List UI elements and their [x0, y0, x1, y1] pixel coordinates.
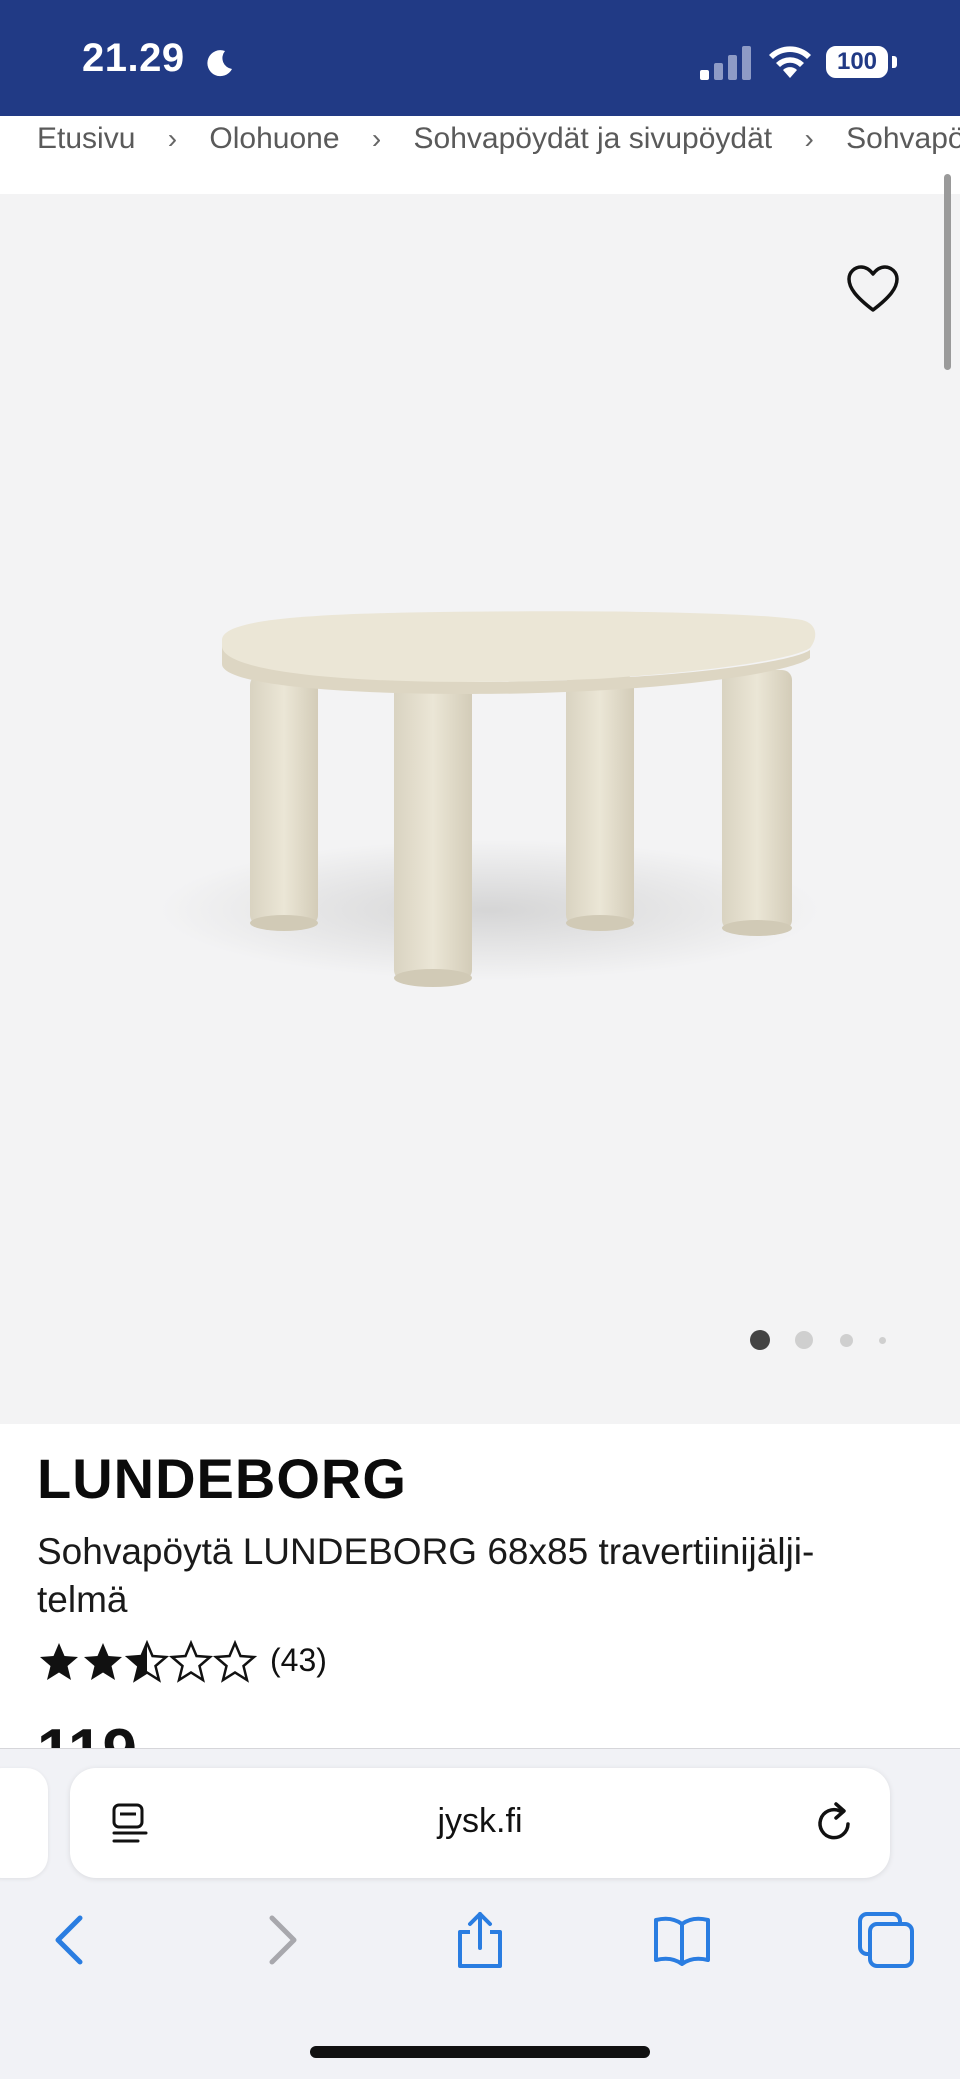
share-icon[interactable]	[450, 1910, 510, 1970]
breadcrumb: Etusivu › Olohuone › Sohvapöydät ja sivu…	[0, 116, 960, 194]
tabs-icon[interactable]	[856, 1910, 916, 1970]
status-bar: 21.29 100	[0, 0, 960, 116]
product-price: 119	[37, 1712, 137, 1750]
pagination-dot[interactable]	[879, 1337, 886, 1344]
star-half-icon	[125, 1640, 169, 1683]
product-title-line: telmä	[37, 1579, 128, 1620]
back-icon[interactable]	[42, 1910, 102, 1970]
product-brand: LUNDEBORG	[37, 1447, 407, 1510]
product-title-line: Sohvapöytä LUNDEBORG 68x85 travertiinijä…	[37, 1531, 815, 1572]
product-title: Sohvapöytä LUNDEBORG 68x85 travertiinijä…	[37, 1528, 897, 1624]
breadcrumb-item-tables[interactable]: Sohvapöydät ja sivupöydät	[414, 122, 773, 155]
heart-icon[interactable]	[846, 264, 900, 314]
rating-count[interactable]: (43)	[270, 1642, 327, 1679]
breadcrumb-item-living-room[interactable]: Olohuone	[209, 122, 339, 155]
forward-icon[interactable]	[250, 1910, 310, 1970]
pagination-dot-active[interactable]	[750, 1330, 770, 1350]
moon-icon	[207, 50, 232, 77]
battery-tip	[892, 56, 897, 68]
product-image[interactable]	[150, 590, 830, 1010]
url-text[interactable]: jysk.fi	[70, 1802, 890, 1841]
star-full-icon	[84, 1643, 122, 1680]
previous-tab-preview[interactable]	[0, 1768, 48, 1878]
star-full-icon	[40, 1643, 78, 1680]
breadcrumb-separator: ›	[167, 123, 178, 154]
battery-indicator: 100	[826, 46, 888, 78]
wifi-icon	[769, 46, 811, 78]
breadcrumb-item-home[interactable]: Etusivu	[37, 122, 135, 155]
cellular-signal-icon	[700, 46, 751, 80]
home-indicator	[310, 2046, 650, 2058]
pagination-dot[interactable]	[795, 1331, 813, 1349]
gallery-pagination	[0, 1330, 960, 1354]
reload-icon[interactable]	[812, 1800, 858, 1846]
status-time: 21.29	[82, 36, 185, 80]
breadcrumb-item-coffee-tables[interactable]: Sohvapöydät	[846, 122, 960, 155]
star-empty-icon	[169, 1640, 213, 1683]
breadcrumb-separator: ›	[804, 123, 814, 154]
bookmarks-icon[interactable]	[652, 1910, 712, 1970]
pagination-dot[interactable]	[840, 1334, 853, 1347]
breadcrumb-separator: ›	[371, 123, 382, 154]
page-scrollbar[interactable]	[944, 174, 951, 370]
star-empty-icon	[213, 1640, 257, 1683]
